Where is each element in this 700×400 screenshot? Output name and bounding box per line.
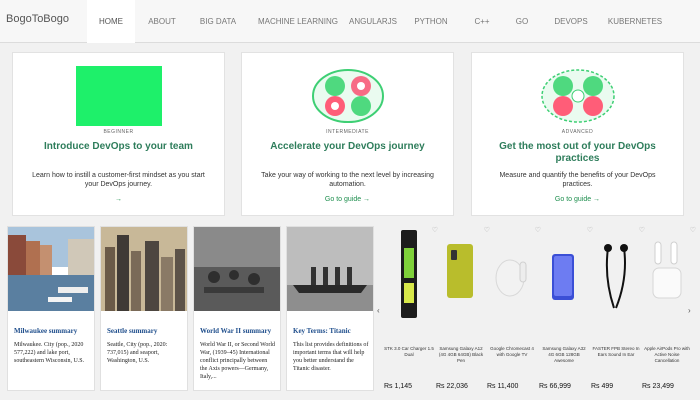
samsung-phone-image: [447, 244, 473, 298]
product-item[interactable]: ♡ Google Chromecast 4 with Google TV Rs …: [487, 226, 541, 396]
product-price: Rs 499: [591, 383, 614, 390]
product-item[interactable]: ♡ FASTER FPB Stereo In Ears Sound In Ear…: [591, 226, 645, 396]
top-navbar: BogoToBogo HOME ABOUT BIG DATA MACHINE L…: [0, 0, 700, 43]
card-description: Measure and quantify the benefits of you…: [499, 172, 656, 188]
advanced-illustration: [540, 69, 615, 123]
nav-go[interactable]: GO: [508, 0, 536, 43]
product-price: Rs 66,999: [539, 383, 571, 390]
card-level: INTERMEDIATE: [326, 129, 369, 135]
brand-logo[interactable]: BogoToBogo: [6, 13, 69, 25]
news-title[interactable]: World War II summary: [200, 327, 276, 335]
nav-home[interactable]: HOME: [87, 0, 135, 43]
beginner-illustration: [75, 66, 162, 126]
news-card-seattle[interactable]: Seattle summary Seattle, City (pop., 202…: [100, 226, 188, 391]
news-title[interactable]: Key Terms: Titanic: [293, 327, 369, 335]
nav-big-data[interactable]: BIG DATA: [192, 0, 244, 43]
carousel-prev-arrow[interactable]: ‹: [377, 306, 380, 315]
nav-kubernetes[interactable]: KUBERNETES: [603, 0, 667, 43]
intermediate-illustration: [311, 69, 384, 123]
card-description: Learn how to instill a customer-first mi…: [32, 172, 205, 188]
product-item[interactable]: ♡ STK 3.0 Car Charger 1.5 Dual Rs 1,145: [384, 226, 438, 396]
news-description: Seattle, City (pop., 2020: 737,015) and …: [107, 342, 168, 364]
earphones-image: [604, 244, 628, 309]
news-description: This list provides definitions of import…: [293, 342, 369, 372]
seattle-photo: [101, 227, 187, 311]
product-price: Rs 22,036: [436, 383, 468, 390]
news-card-ww2[interactable]: World War II summary World War II, or Se…: [193, 226, 281, 391]
product-name: Samsung Galaxy A32 4G 6GB 128GB Awesome: [542, 346, 586, 363]
chromecast-image: [495, 259, 527, 297]
nav-about[interactable]: ABOUT: [140, 0, 184, 43]
product-item[interactable]: ♡ Samsung Galaxy A12 (4G 4GB 64GB) Black…: [436, 226, 490, 396]
product-price: Rs 1,145: [384, 383, 413, 390]
product-name: Google Chromecast 4 with Google TV: [490, 346, 534, 357]
card-title: Get the most out of your DevOps practice…: [499, 141, 656, 164]
world-war-ii-photo: [194, 227, 280, 311]
devops-card-intermediate: INTERMEDIATE Accelerate your DevOps jour…: [241, 52, 454, 216]
nav-angularjs[interactable]: ANGULARJS: [346, 0, 400, 43]
product-name: FASTER FPB Stereo In Ears Sound In Ear: [592, 346, 640, 357]
wishlist-icon[interactable]: ♡: [690, 226, 696, 234]
go-to-guide-link[interactable]: →: [13, 196, 224, 203]
samsung-a32-image: [552, 254, 574, 300]
devops-card-advanced: ADVANCED Get the most out of your DevOps…: [471, 52, 684, 216]
news-card-titanic[interactable]: Key Terms: Titanic This list provides de…: [286, 226, 374, 391]
news-description: Milwaukee. City (pop., 2020 577,222) and…: [14, 342, 85, 364]
product-item[interactable]: ♡ Apple AirPods Pro with Active Noise Ca…: [642, 226, 696, 396]
card-level: ADVANCED: [561, 129, 594, 135]
product-name: STK 3.0 Car Charger 1.5 Dual: [384, 346, 434, 357]
product-name: Apple AirPods Pro with Active Noise Canc…: [644, 346, 690, 363]
product-item[interactable]: ♡ Samsung Galaxy A32 4G 6GB 128GB Awesom…: [539, 226, 593, 396]
titanic-photo: [287, 227, 373, 311]
go-to-guide-link[interactable]: Go to guide →: [472, 196, 683, 203]
news-title[interactable]: Seattle summary: [107, 327, 183, 335]
card-title: Introduce DevOps to your team: [44, 141, 193, 152]
nav-cpp[interactable]: C++: [466, 0, 498, 43]
car-charger-image: [401, 230, 417, 318]
card-level: BEGINNER: [103, 129, 134, 135]
product-price: Rs 11,400: [487, 383, 519, 390]
devops-card-beginner: BEGINNER Introduce DevOps to your team L…: [12, 52, 225, 216]
news-description: World War II, or Second World War, (1939…: [200, 342, 275, 380]
nav-devops[interactable]: DEVOPS: [547, 0, 595, 43]
go-to-guide-link[interactable]: Go to guide →: [242, 196, 453, 203]
news-card-milwaukee[interactable]: Milwaukee summary Milwaukee. City (pop.,…: [7, 226, 95, 391]
card-title: Accelerate your DevOps journey: [270, 141, 425, 152]
product-name: Samsung Galaxy A12 (4G 4GB 64GB) Black P…: [438, 346, 484, 363]
product-price: Rs 23,499: [642, 383, 674, 390]
card-description: Take your way of working to the next lev…: [261, 172, 434, 188]
news-title[interactable]: Milwaukee summary: [14, 327, 90, 335]
nav-machine-learning[interactable]: MACHINE LEARNING: [252, 0, 344, 43]
nav-python[interactable]: PYTHON: [408, 0, 454, 43]
milwaukee-photo: [8, 227, 94, 311]
airpods-image: [652, 241, 682, 299]
